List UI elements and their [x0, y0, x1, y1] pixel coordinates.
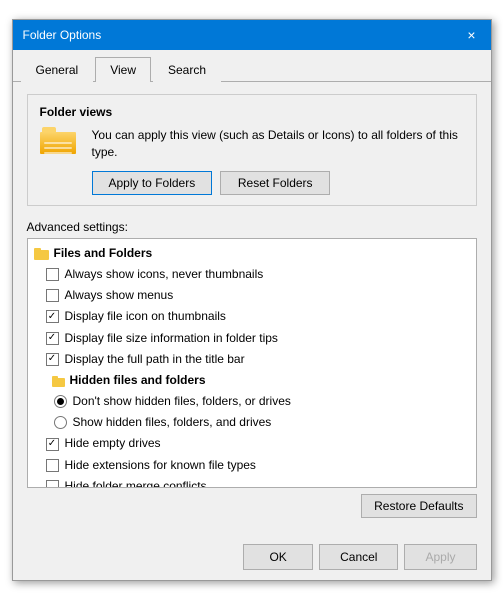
tab-view[interactable]: View — [95, 57, 151, 82]
label-file-size-info: Display file size information in folder … — [65, 329, 278, 348]
subcategory-hidden-files-label: Hidden files and folders — [70, 371, 206, 390]
label-always-show-icons: Always show icons, never thumbnails — [65, 265, 264, 284]
apply-button[interactable]: Apply — [404, 544, 476, 570]
close-button[interactable]: × — [463, 26, 481, 44]
folder-lines — [44, 142, 72, 157]
list-item-hide-empty-drives[interactable]: Hide empty drives — [28, 433, 476, 454]
list-item-show-hidden[interactable]: Show hidden files, folders, and drives — [28, 412, 476, 433]
checkbox-hide-empty-drives[interactable] — [46, 438, 59, 451]
dialog-content: Folder views — [13, 82, 491, 536]
radio-dont-show-hidden[interactable] — [54, 395, 67, 408]
list-item-hide-merge-conflicts[interactable]: Hide folder merge conflicts — [28, 476, 476, 488]
list-item-file-size-info[interactable]: Display file size information in folder … — [28, 328, 476, 349]
label-hide-extensions: Hide extensions for known file types — [65, 456, 256, 475]
advanced-settings-label: Advanced settings: — [27, 220, 477, 234]
category-files-and-folders: Files and Folders — [28, 243, 476, 264]
folder-line-1 — [44, 142, 72, 144]
hidden-files-icon — [52, 374, 66, 388]
label-hide-empty-drives: Hide empty drives — [65, 434, 161, 453]
label-dont-show-hidden: Don't show hidden files, folders, or dri… — [73, 392, 291, 411]
subcategory-hidden-files: Hidden files and folders — [28, 370, 476, 391]
dialog-title: Folder Options — [23, 28, 102, 42]
checkbox-hide-extensions[interactable] — [46, 459, 59, 472]
label-always-show-menus: Always show menus — [65, 286, 174, 305]
label-hide-merge-conflicts: Hide folder merge conflicts — [65, 477, 207, 488]
checkbox-file-size-info[interactable] — [46, 332, 59, 345]
reset-folders-button[interactable]: Reset Folders — [220, 171, 330, 195]
folder-line-3 — [44, 152, 72, 154]
checkbox-full-path[interactable] — [46, 353, 59, 366]
ok-button[interactable]: OK — [243, 544, 313, 570]
files-folders-icon — [34, 245, 50, 261]
list-item-file-icon-thumbnails[interactable]: Display file icon on thumbnails — [28, 306, 476, 327]
folder-icon — [40, 127, 78, 157]
tab-search[interactable]: Search — [153, 57, 221, 82]
checkbox-hide-merge-conflicts[interactable] — [46, 480, 59, 488]
folder-views-section: Folder views — [27, 94, 477, 206]
bottom-button-row: OK Cancel Apply — [13, 536, 491, 580]
folder-line-2 — [44, 147, 72, 149]
folder-body — [40, 132, 76, 154]
list-item-full-path[interactable]: Display the full path in the title bar — [28, 349, 476, 370]
apply-to-folders-button[interactable]: Apply to Folders — [92, 171, 213, 195]
folder-icon-container — [40, 127, 82, 160]
checkbox-always-show-menus[interactable] — [46, 289, 59, 302]
label-file-icon-thumbnails: Display file icon on thumbnails — [65, 307, 226, 326]
radio-show-hidden[interactable] — [54, 416, 67, 429]
settings-list[interactable]: Files and Folders Always show icons, nev… — [27, 238, 477, 488]
checkbox-file-icon-thumbnails[interactable] — [46, 310, 59, 323]
list-item-always-show-menus[interactable]: Always show menus — [28, 285, 476, 306]
cancel-button[interactable]: Cancel — [319, 544, 398, 570]
category-files-folders-label: Files and Folders — [54, 244, 153, 263]
restore-defaults-row: Restore Defaults — [27, 488, 477, 524]
label-show-hidden: Show hidden files, folders, and drives — [73, 413, 272, 432]
list-item-dont-show-hidden[interactable]: Don't show hidden files, folders, or dri… — [28, 391, 476, 412]
list-item-hide-extensions[interactable]: Hide extensions for known file types — [28, 455, 476, 476]
folder-views-content: You can apply this view (such as Details… — [92, 127, 464, 195]
tab-bar: General View Search — [13, 50, 491, 82]
folder-views-description: You can apply this view (such as Details… — [92, 127, 464, 161]
folder-views-inner: You can apply this view (such as Details… — [40, 127, 464, 195]
restore-defaults-button[interactable]: Restore Defaults — [361, 494, 476, 518]
tab-general[interactable]: General — [21, 57, 94, 82]
label-full-path: Display the full path in the title bar — [65, 350, 245, 369]
list-item-always-show-icons[interactable]: Always show icons, never thumbnails — [28, 264, 476, 285]
title-bar: Folder Options × — [13, 20, 491, 50]
folder-view-buttons: Apply to Folders Reset Folders — [92, 171, 464, 195]
checkbox-always-show-icons[interactable] — [46, 268, 59, 281]
folder-views-label: Folder views — [40, 105, 464, 119]
folder-options-dialog: Folder Options × General View Search Fol… — [12, 19, 492, 581]
